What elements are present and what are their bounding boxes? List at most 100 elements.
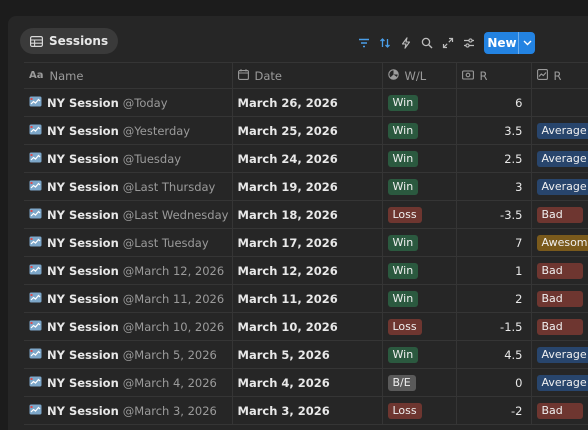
- wl-cell[interactable]: Win: [381, 116, 456, 145]
- rating-cell[interactable]: Average: [530, 116, 588, 145]
- table-row[interactable]: NY Session @March 3, 2026 March 3, 2026 Los…: [24, 396, 588, 425]
- column-header-rating[interactable]: R: [530, 62, 588, 89]
- name-cell[interactable]: NY Session @March 5, 2026: [24, 340, 232, 369]
- column-header-r[interactable]: R: [455, 62, 531, 89]
- rating-cell[interactable]: Average: [530, 368, 588, 397]
- date-mention[interactable]: @Yesterday: [123, 124, 190, 138]
- r-cell[interactable]: 2: [455, 284, 531, 313]
- wl-cell[interactable]: B/E: [381, 368, 456, 397]
- date-mention[interactable]: @Last Thursday: [123, 180, 216, 194]
- date-mention[interactable]: @March 4, 2026: [123, 376, 217, 390]
- date-cell[interactable]: March 10, 2026: [231, 312, 382, 341]
- date-mention[interactable]: @March 3, 2026: [123, 404, 217, 418]
- date-cell[interactable]: March 26, 2026: [231, 88, 382, 117]
- name-cell[interactable]: NY Session @March 3, 2026: [24, 396, 232, 425]
- name-cell[interactable]: NY Session @Last Thursday: [24, 172, 232, 201]
- name-cell[interactable]: NY Session @Last Wednesday: [24, 200, 232, 229]
- name-cell[interactable]: NY Session @Last Tuesday: [24, 228, 232, 257]
- r-cell[interactable]: 1: [455, 256, 531, 285]
- rating-cell[interactable]: Average: [530, 172, 588, 201]
- wl-cell[interactable]: Win: [381, 144, 456, 173]
- rating-cell[interactable]: Average: [530, 144, 588, 173]
- column-header-name[interactable]: Aa Name: [24, 62, 232, 89]
- table-row[interactable]: NY Session @March 11, 2026 March 11, 2026 W…: [24, 284, 588, 313]
- column-header-date[interactable]: Date: [231, 62, 382, 89]
- rating-cell[interactable]: Bad: [530, 284, 588, 313]
- column-header-wl[interactable]: W/L: [381, 62, 456, 89]
- date-cell[interactable]: March 19, 2026: [231, 172, 382, 201]
- date-cell[interactable]: March 24, 2026: [231, 144, 382, 173]
- settings-sliders-icon[interactable]: [461, 35, 477, 51]
- date-mention[interactable]: @Last Tuesday: [123, 236, 209, 250]
- r-cell[interactable]: 7: [455, 228, 531, 257]
- name-cell[interactable]: NY Session @March 11, 2026: [24, 284, 232, 313]
- rating-cell[interactable]: Average: [530, 340, 588, 369]
- wl-cell[interactable]: Win: [381, 228, 456, 257]
- wl-cell[interactable]: Loss: [381, 200, 456, 229]
- r-cell[interactable]: 2.5: [455, 144, 531, 173]
- new-button[interactable]: New: [484, 32, 535, 54]
- date-cell[interactable]: March 12, 2026: [231, 256, 382, 285]
- name-cell[interactable]: NY Session @March 10, 2026: [24, 312, 232, 341]
- r-cell[interactable]: 0: [455, 368, 531, 397]
- wl-cell[interactable]: Loss: [381, 396, 456, 425]
- search-icon[interactable]: [419, 35, 435, 51]
- table-row[interactable]: NY Session @March 5, 2026 March 5, 2026 Win…: [24, 340, 588, 369]
- wl-cell[interactable]: Loss: [381, 312, 456, 341]
- name-cell[interactable]: NY Session @March 12, 2026: [24, 256, 232, 285]
- r-cell[interactable]: -2: [455, 396, 531, 425]
- date-cell[interactable]: March 17, 2026: [231, 228, 382, 257]
- name-cell[interactable]: NY Session @Tuesday: [24, 144, 232, 173]
- table-row[interactable]: NY Session @Today March 26, 2026 Win 6: [24, 88, 588, 117]
- date-cell[interactable]: March 25, 2026: [231, 116, 382, 145]
- date-mention[interactable]: @Today: [123, 96, 168, 110]
- view-tab-sessions[interactable]: Sessions: [20, 28, 119, 54]
- rating-cell[interactable]: Bad: [530, 200, 588, 229]
- r-cell[interactable]: 6: [455, 88, 531, 117]
- r-cell[interactable]: -3.5: [455, 200, 531, 229]
- wl-cell[interactable]: Win: [381, 172, 456, 201]
- lightning-icon[interactable]: [398, 35, 414, 51]
- date-mention[interactable]: @March 12, 2026: [123, 264, 224, 278]
- date-cell[interactable]: March 4, 2026: [231, 368, 382, 397]
- date-mention[interactable]: @March 5, 2026: [123, 348, 217, 362]
- date-cell[interactable]: March 3, 2026: [231, 396, 382, 425]
- session-name: NY Session: [47, 319, 119, 334]
- name-cell[interactable]: NY Session @Yesterday: [24, 116, 232, 145]
- table-row[interactable]: NY Session @Last Wednesday March 18, 2026 L…: [24, 200, 588, 229]
- rating-cell[interactable]: Bad: [530, 256, 588, 285]
- column-label: R: [479, 68, 488, 83]
- date-cell[interactable]: March 11, 2026: [231, 284, 382, 313]
- date-cell[interactable]: March 5, 2026: [231, 340, 382, 369]
- rating-cell[interactable]: Bad: [530, 312, 588, 341]
- table-row[interactable]: NY Session @March 12, 2026 March 12, 2026 W…: [24, 256, 588, 285]
- r-cell[interactable]: 4.5: [455, 340, 531, 369]
- chevron-down-icon[interactable]: [518, 32, 535, 54]
- table-row[interactable]: NY Session @Last Tuesday March 17, 2026 Win…: [24, 228, 588, 257]
- rating-cell[interactable]: [530, 88, 588, 117]
- r-cell[interactable]: 3: [455, 172, 531, 201]
- table-row[interactable]: NY Session @Yesterday March 25, 2026 Win 3.5…: [24, 116, 588, 145]
- name-cell[interactable]: NY Session @Today: [24, 88, 232, 117]
- date-mention[interactable]: @March 10, 2026: [123, 320, 224, 334]
- table-row[interactable]: NY Session @Tuesday March 24, 2026 Win 2.5 Av…: [24, 144, 588, 173]
- table-row[interactable]: NY Session @March 4, 2026 March 4, 2026 B/E…: [24, 368, 588, 397]
- sort-icon[interactable]: [377, 35, 393, 51]
- r-cell[interactable]: 3.5: [455, 116, 531, 145]
- filter-icon[interactable]: [356, 35, 372, 51]
- wl-cell[interactable]: Win: [381, 88, 456, 117]
- date-mention[interactable]: @March 11, 2026: [123, 292, 224, 306]
- rating-cell[interactable]: Awesome: [530, 228, 588, 257]
- rating-cell[interactable]: Bad: [530, 396, 588, 425]
- wl-cell[interactable]: Win: [381, 340, 456, 369]
- name-cell[interactable]: NY Session @March 4, 2026: [24, 368, 232, 397]
- wl-cell[interactable]: Win: [381, 284, 456, 313]
- wl-cell[interactable]: Win: [381, 256, 456, 285]
- date-mention[interactable]: @Last Wednesday: [123, 208, 229, 222]
- table-row[interactable]: NY Session @March 10, 2026 March 10, 2026 L…: [24, 312, 588, 341]
- r-cell[interactable]: -1.5: [455, 312, 531, 341]
- date-cell[interactable]: March 18, 2026: [231, 200, 382, 229]
- table-row[interactable]: NY Session @Last Thursday March 19, 2026 Wi…: [24, 172, 588, 201]
- expand-icon[interactable]: [440, 35, 456, 51]
- date-mention[interactable]: @Tuesday: [123, 152, 181, 166]
